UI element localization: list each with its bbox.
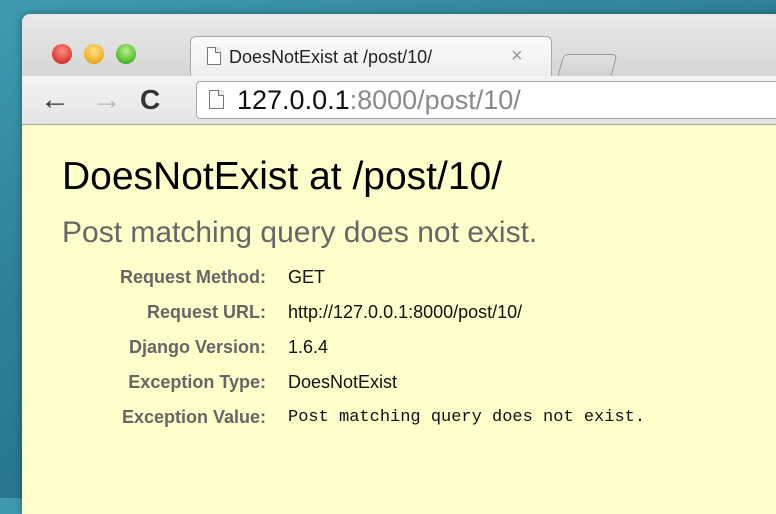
address-bar[interactable]: 127.0.0.1:8000/post/10/ [196,81,776,119]
url-host: 127.0.0.1 [237,85,350,115]
tab-close-icon[interactable]: × [511,45,523,68]
browser-window: DoesNotExist at /post/10/ × ← → C 127.0.… [22,14,776,514]
page-title: DoesNotExist at /post/10/ [62,155,503,198]
zoom-window-button[interactable] [116,44,136,64]
minimize-window-button[interactable] [84,44,104,64]
url-text[interactable]: 127.0.0.1:8000/post/10/ [237,85,521,116]
table-row: Request URL: http://127.0.0.1:8000/post/… [22,300,776,334]
row-label: Exception Type: [128,372,266,392]
table-row: Django Version: 1.6.4 [22,335,776,369]
row-value: 1.6.4 [288,337,329,357]
row-value: DoesNotExist [288,372,398,392]
page-icon [209,90,224,109]
row-label: Request URL: [146,302,266,322]
tab-title: DoesNotExist at /post/10/ [229,47,433,67]
error-summary: Post matching query does not exist. [62,216,538,249]
close-window-button[interactable] [52,44,72,64]
back-arrow-icon[interactable]: ← [40,80,70,120]
table-row: Exception Type: DoesNotExist [22,370,776,404]
forward-arrow-icon[interactable]: → [92,80,122,120]
table-row: Exception Value: Post matching query doe… [22,405,776,439]
page-content: DoesNotExist at /post/10/ Post matching … [22,125,776,514]
row-label: Request Method: [120,267,266,287]
tab-active[interactable]: DoesNotExist at /post/10/ × [190,36,552,77]
row-label: Django Version: [128,337,266,357]
row-value: http://127.0.0.1:8000/post/10/ [288,302,523,322]
row-label: Exception Value: [121,407,266,427]
url-path: :8000/post/10/ [349,85,521,115]
browser-toolbar: ← → C 127.0.0.1:8000/post/10/ [22,76,776,125]
reload-icon[interactable]: C [140,80,160,120]
page-icon [207,47,221,65]
row-value: Post matching query does not exist. [288,408,646,427]
table-row: Request Method: GET [22,265,776,299]
row-value: GET [288,267,326,287]
